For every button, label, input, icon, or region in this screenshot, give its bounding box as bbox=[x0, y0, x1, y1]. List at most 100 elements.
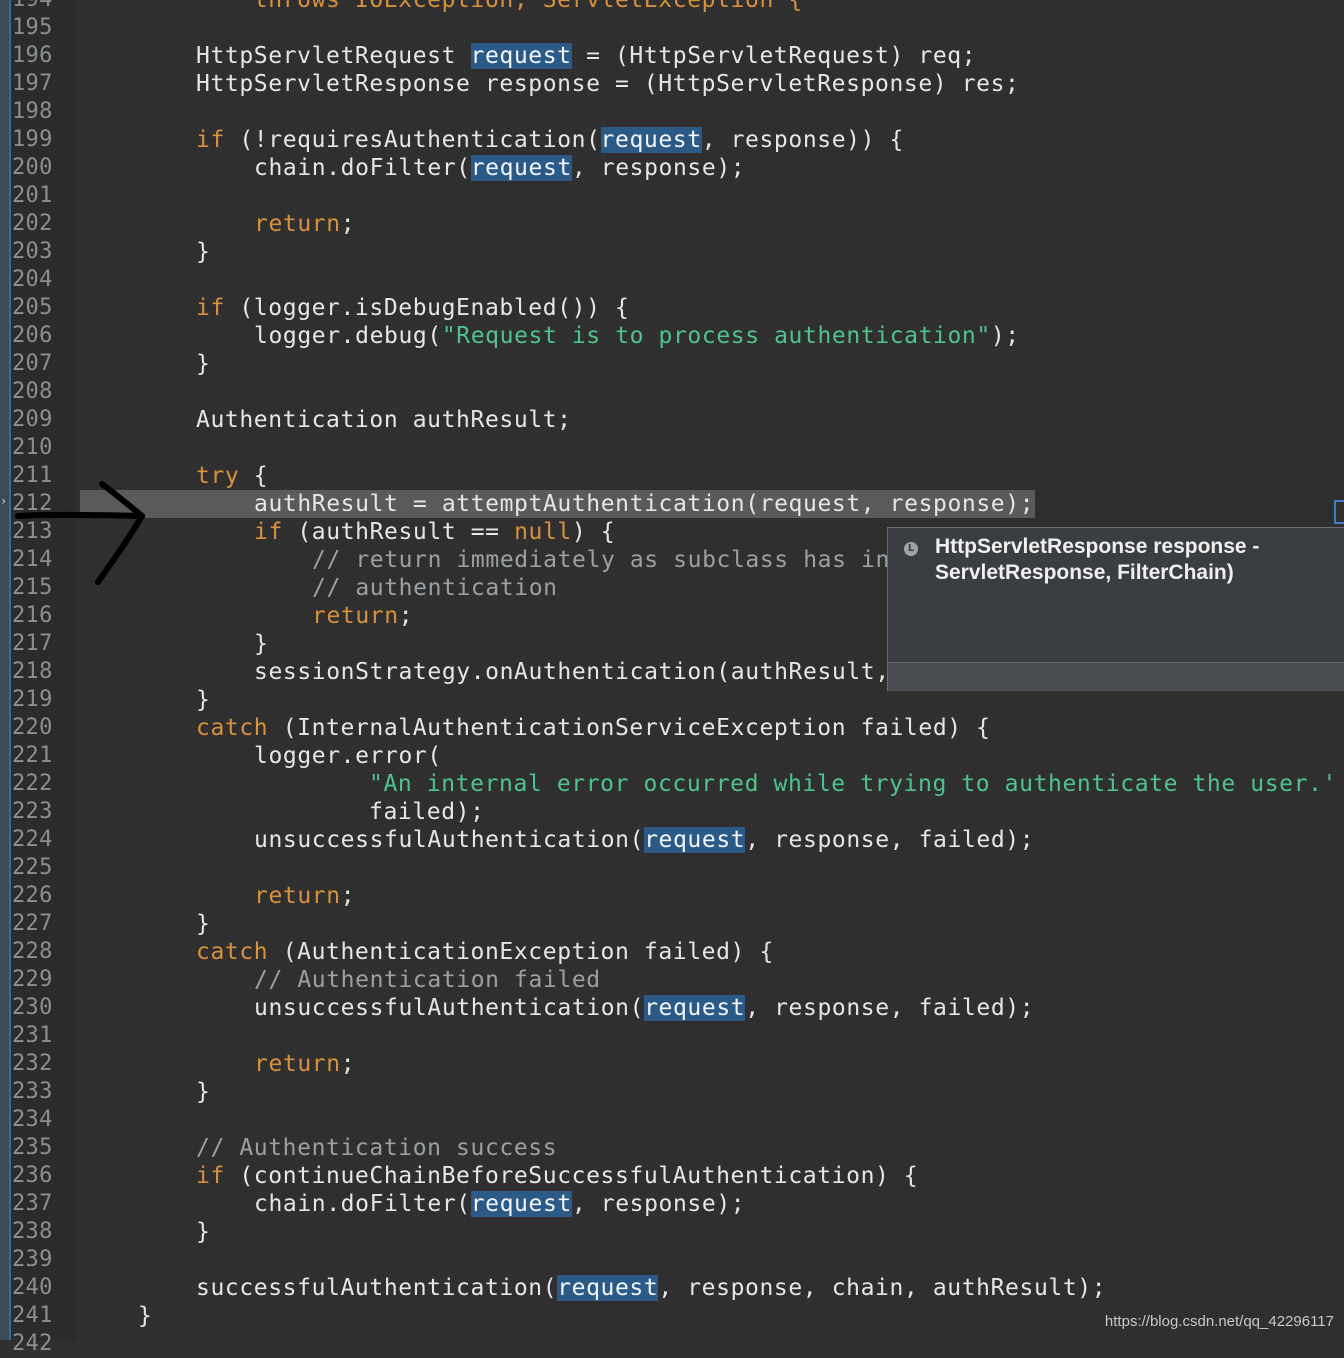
code-line-223: failed); bbox=[0, 798, 1344, 826]
occurrence-highlight: request bbox=[644, 995, 746, 1021]
code-line-230: unsuccessfulAuthentication(request, resp… bbox=[0, 994, 1344, 1022]
code-text: ; bbox=[340, 883, 356, 909]
code-text: { bbox=[239, 463, 269, 489]
line-number-row: 195 bbox=[0, 14, 1344, 42]
code-text: (InternalAuthenticationServiceException … bbox=[268, 715, 991, 741]
line-number-row: 234 bbox=[0, 1106, 1344, 1134]
occurrence-highlight: request bbox=[470, 43, 572, 69]
code-text: unsuccessfulAuthentication( bbox=[254, 995, 645, 1021]
code-text: ; bbox=[398, 603, 414, 629]
keyword: return bbox=[254, 883, 341, 909]
code-line-232: return; bbox=[0, 1050, 1344, 1078]
code-text: Authentication authResult; bbox=[196, 407, 572, 433]
code-text: logger.debug( bbox=[254, 323, 442, 349]
code-line-237: chain.doFilter(request, response); bbox=[0, 1190, 1344, 1218]
line-number: 201 bbox=[12, 183, 53, 208]
line-number: 204 bbox=[12, 267, 53, 292]
current-line-marker-icon: › bbox=[0, 494, 8, 508]
code-text: } bbox=[254, 631, 269, 657]
code-text: (AuthenticationException failed) { bbox=[268, 939, 774, 965]
comment: // Authentication success bbox=[196, 1135, 558, 1161]
line-number-row: 225 bbox=[0, 854, 1344, 882]
code-text: = (HttpServletRequest) req; bbox=[571, 43, 977, 69]
code-line-224: unsuccessfulAuthentication(request, resp… bbox=[0, 826, 1344, 854]
occurrence-highlight: request bbox=[600, 127, 702, 153]
code-line-194: throws IOException, ServletException { bbox=[0, 0, 1344, 14]
watermark: https://blog.csdn.net/qq_42296117 bbox=[1104, 1313, 1334, 1330]
line-number: 239 bbox=[12, 1247, 53, 1272]
code-line-211: try { bbox=[0, 462, 1344, 490]
code-line-229: // Authentication failed bbox=[0, 966, 1344, 994]
line-number-row: 201 bbox=[0, 182, 1344, 210]
code-text: ; bbox=[340, 1051, 356, 1077]
code-line-221: logger.error( bbox=[0, 742, 1344, 770]
keyword: return bbox=[312, 603, 399, 629]
code-text: successfulAuthentication( bbox=[196, 1275, 558, 1301]
line-number: 242 bbox=[12, 1331, 53, 1356]
line-number-row: 242 bbox=[0, 1330, 1344, 1358]
code-text: (logger.isDebugEnabled()) { bbox=[224, 295, 630, 321]
code-line-200: chain.doFilter(request, response); bbox=[0, 154, 1344, 182]
line-number: 231 bbox=[12, 1023, 53, 1048]
overview-ruler-marker[interactable] bbox=[1334, 500, 1344, 524]
code-text: } bbox=[196, 911, 211, 937]
code-line-236: if (continueChainBeforeSuccessfulAuthent… bbox=[0, 1162, 1344, 1190]
keyword: if bbox=[254, 519, 283, 545]
line-number-row: 204 bbox=[0, 266, 1344, 294]
code-text: (!requiresAuthentication( bbox=[224, 127, 601, 153]
code-text: } bbox=[196, 239, 211, 265]
code-line-197: HttpServletResponse response = (HttpServ… bbox=[0, 70, 1344, 98]
code-text: (continueChainBeforeSuccessfulAuthentica… bbox=[224, 1163, 919, 1189]
code-line-220: catch (InternalAuthenticationServiceExce… bbox=[0, 714, 1344, 742]
line-number: 210 bbox=[12, 435, 53, 460]
string-literal: "An internal error occurred while trying… bbox=[369, 771, 1337, 797]
code-line-238: } bbox=[0, 1218, 1344, 1246]
keyword: return bbox=[254, 1051, 341, 1077]
code-text: chain.doFilter( bbox=[254, 1191, 471, 1217]
code-text: ); bbox=[990, 323, 1020, 349]
code-editor[interactable]: 1941951961971981992002012022032042052062… bbox=[0, 0, 1344, 1356]
code-text: chain.doFilter( bbox=[254, 155, 471, 181]
keyword: return bbox=[254, 211, 341, 237]
code-text: , response, failed); bbox=[745, 827, 1035, 853]
hover-tooltip[interactable]: L HttpServletResponse response - Servlet… bbox=[887, 527, 1344, 691]
line-number-row: 239 bbox=[0, 1246, 1344, 1274]
keyword: if bbox=[196, 127, 225, 153]
tooltip-text: HttpServletResponse response - ServletRe… bbox=[935, 535, 1260, 584]
local-variable-icon: L bbox=[904, 542, 918, 556]
string-literal: "Request is to process authentication" bbox=[441, 323, 991, 349]
code-text: , response)) { bbox=[701, 127, 904, 153]
code-line-202: return; bbox=[0, 210, 1344, 238]
keyword: null bbox=[514, 519, 572, 545]
occurrence-highlight: request bbox=[557, 1275, 659, 1301]
occurrence-highlight: request bbox=[470, 155, 572, 181]
code-line-212: authResult = attemptAuthentication(reque… bbox=[0, 490, 1344, 518]
code-line-228: catch (AuthenticationException failed) { bbox=[0, 938, 1344, 966]
code-line-206: logger.debug("Request is to process auth… bbox=[0, 322, 1344, 350]
code-text: failed); bbox=[369, 799, 485, 825]
code-text: } bbox=[196, 687, 211, 713]
keyword: if bbox=[196, 295, 225, 321]
keyword: try bbox=[196, 463, 240, 489]
code-text: unsuccessfulAuthentication( bbox=[254, 827, 645, 853]
code-text: , response); bbox=[571, 1191, 746, 1217]
comment: // return immediately as subclass has in bbox=[312, 547, 890, 573]
code-text: HttpServletResponse response = (HttpServ… bbox=[196, 71, 1020, 97]
line-number: 198 bbox=[12, 99, 53, 124]
code-text: , response, chain, authResult); bbox=[658, 1275, 1107, 1301]
occurrence-highlight: request bbox=[470, 1191, 572, 1217]
comment: // Authentication failed bbox=[254, 967, 601, 993]
code-text: logger.error( bbox=[254, 743, 442, 769]
code-line-209: Authentication authResult; bbox=[0, 406, 1344, 434]
code-line-207: } bbox=[0, 350, 1344, 378]
code-text: (authResult == bbox=[282, 519, 515, 545]
code-text: } bbox=[196, 1079, 211, 1105]
code-line-227: } bbox=[0, 910, 1344, 938]
code-text: } bbox=[138, 1303, 153, 1329]
line-number-row: 210 bbox=[0, 434, 1344, 462]
code-text: } bbox=[196, 1219, 211, 1245]
code-text: ) { bbox=[571, 519, 616, 545]
code-text: HttpServletRequest bbox=[196, 43, 471, 69]
line-number-row: 231 bbox=[0, 1022, 1344, 1050]
code-line-235: // Authentication success bbox=[0, 1134, 1344, 1162]
